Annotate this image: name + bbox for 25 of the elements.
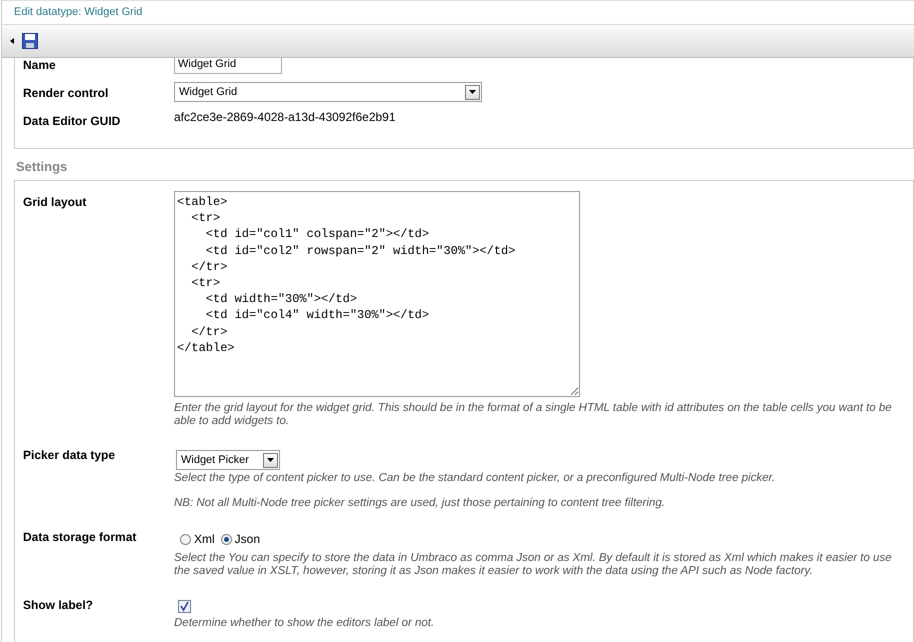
- field-label: Picker data type: [23, 447, 116, 462]
- collapse-arrow-icon[interactable]: [10, 38, 14, 44]
- window-title: Edit datatype: Widget Grid: [2, 0, 914, 25]
- help-text: Select the You can specify to store the data in Umbraco as comma Json or as Xml. By default it is stored as Xml which makes it easier to use the saved value in XSLT, however, storing it as Json makes it easier to work with the data using the API such as Node factory.: [174, 552, 893, 578]
- checkbox[interactable]: [178, 600, 191, 613]
- help-text: Determine whether to show the editors label or not.: [174, 617, 436, 630]
- field-label: Show label?: [23, 597, 94, 612]
- radio-option[interactable]: Xml: [180, 532, 215, 546]
- caret-icon: [469, 90, 476, 94]
- field-label: Name: [23, 57, 57, 72]
- code-editor[interactable]: <table> <tr> <td id="col1" colspan="2"></td> <td id="col2" rowspan="2" width="30%"></td> </tr> <tr> <td width="30%"></td> <td id="col4" width="30%"></td> </tr> </table>: [174, 191, 580, 397]
- dropdown[interactable]: Widget Grid: [174, 82, 482, 102]
- help-text: Enter the grid layout for the widget grid. This should be in the format of a single HTML table with id attributes on the table cells you want to be able to add widgets to.: [174, 402, 893, 428]
- help-text: NB: Not all Multi-Node tree picker settings are used, just those pertaining to content tree filtering.: [174, 497, 666, 510]
- save-button[interactable]: [22, 33, 38, 49]
- dropdown[interactable]: Widget Picker: [176, 450, 280, 470]
- help-text: Select the type of content picker to use. Can be the standard content picker, or a preconfigured Multi-Node tree picker.: [174, 472, 776, 485]
- field-label: Render control: [23, 85, 110, 100]
- radio-option[interactable]: Json: [220, 532, 260, 546]
- guid-value: afc2ce3e-2869-4028-a13d-43092f6e2b91: [174, 109, 396, 124]
- field-label: Data storage format: [23, 529, 138, 544]
- caret-icon: [267, 458, 274, 462]
- field-label: Data Editor GUID: [23, 113, 122, 128]
- field-label: Grid layout: [23, 194, 88, 209]
- section-heading: Settings: [16, 159, 68, 174]
